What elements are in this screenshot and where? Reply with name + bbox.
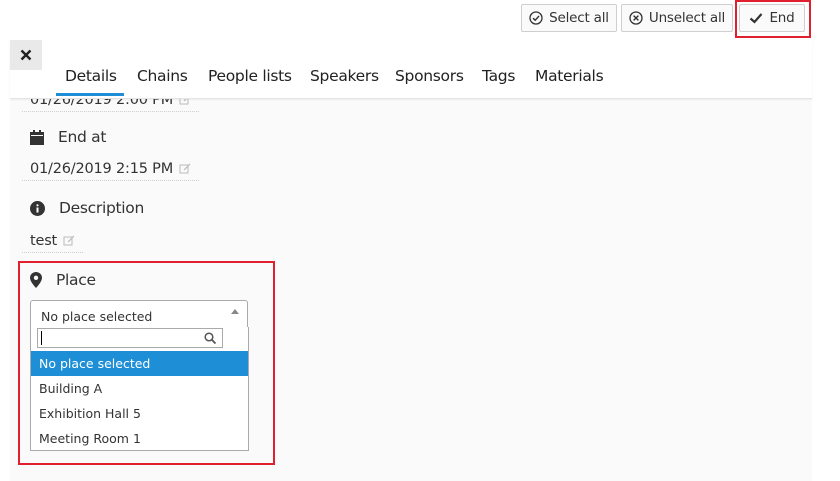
calendar-icon	[30, 129, 44, 145]
place-option[interactable]: Exhibition Hall 5	[31, 401, 248, 426]
info-icon	[30, 200, 45, 216]
search-icon	[204, 332, 216, 344]
select-all-label: Select all	[549, 10, 609, 26]
unselect-all-label: Unselect all	[648, 10, 726, 26]
place-label-row: Place	[30, 271, 96, 289]
tab-speakers[interactable]: Speakers	[310, 67, 379, 85]
x-circle-icon	[629, 11, 643, 25]
details-content: 01/26/2019 2:00 PM End at 01/26/2019 2:1…	[10, 98, 812, 481]
select-all-button[interactable]: Select all	[521, 4, 617, 32]
edit-icon	[179, 98, 189, 105]
tab-sponsors[interactable]: Sponsors	[395, 67, 464, 85]
end-at-value[interactable]: 01/26/2019 2:15 PM	[22, 161, 200, 181]
checkmark-icon	[750, 13, 763, 24]
tab-chains[interactable]: Chains	[137, 67, 188, 85]
place-search-box[interactable]	[37, 328, 223, 348]
edit-icon	[179, 163, 191, 174]
place-dropdown: No place selected Building A Exhibition …	[30, 327, 249, 451]
place-search-input[interactable]	[38, 329, 206, 347]
tab-people-lists[interactable]: People lists	[208, 67, 292, 85]
start-at-value[interactable]: 01/26/2019 2:00 PM	[22, 98, 200, 112]
check-circle-icon	[529, 11, 543, 25]
description-label: Description	[59, 199, 144, 217]
place-option[interactable]: No place selected	[31, 351, 248, 376]
edit-icon	[63, 235, 75, 246]
details-panel: Details Chains People lists Speakers Spo…	[10, 40, 812, 481]
place-option[interactable]: Meeting Room 1	[31, 426, 248, 451]
tab-bar: Details Chains People lists Speakers Spo…	[10, 40, 812, 99]
place-label: Place	[56, 271, 96, 289]
tab-tags[interactable]: Tags	[482, 67, 515, 85]
place-select-value: No place selected	[41, 309, 153, 324]
tab-details[interactable]: Details	[65, 67, 117, 85]
description-label-row: Description	[30, 199, 144, 217]
end-at-label-row: End at	[30, 128, 106, 146]
end-button[interactable]: End	[739, 4, 805, 32]
place-option[interactable]: Building A	[31, 376, 248, 401]
active-tab-indicator	[56, 93, 124, 96]
place-select[interactable]: No place selected	[30, 300, 248, 328]
end-at-label: End at	[58, 128, 107, 146]
caret-up-icon	[231, 309, 239, 314]
unselect-all-button[interactable]: Unselect all	[621, 4, 733, 32]
tab-materials[interactable]: Materials	[535, 67, 604, 85]
top-toolbar: Select all Unselect all End	[0, 0, 840, 40]
end-button-label: End	[769, 10, 795, 26]
close-icon	[20, 49, 32, 61]
description-value[interactable]: test	[22, 233, 84, 253]
close-button[interactable]	[10, 40, 42, 70]
text-cursor	[41, 331, 42, 345]
map-marker-icon	[30, 272, 42, 288]
